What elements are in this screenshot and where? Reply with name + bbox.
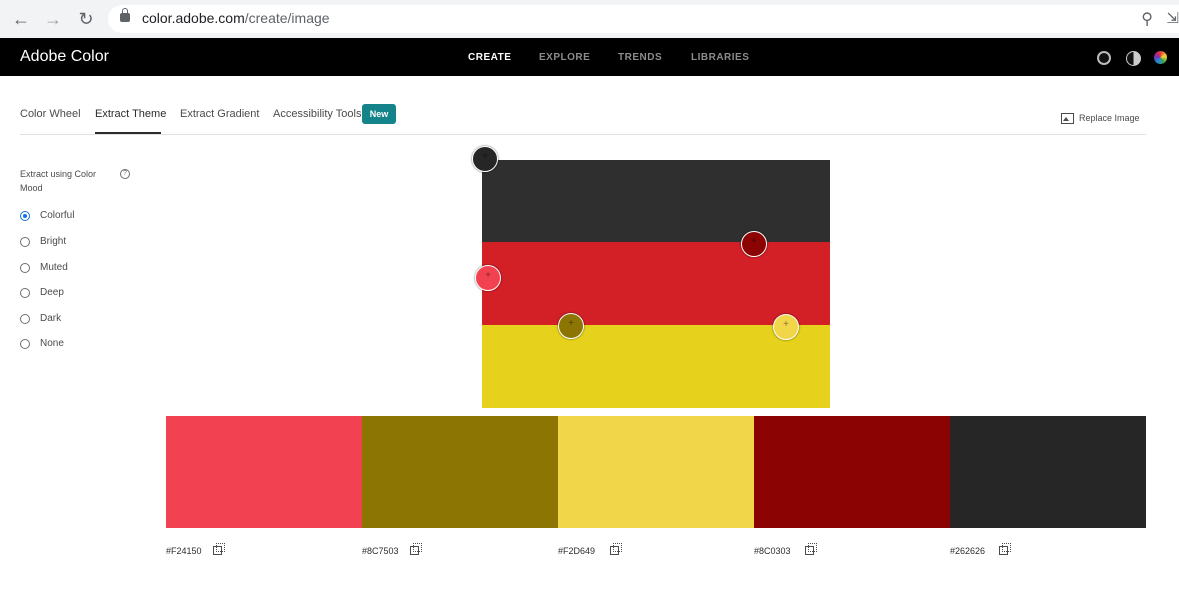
color-swatch[interactable] xyxy=(362,416,558,528)
browser-toolbar: ← → ↻ color.adobe.com/create/image ⚲ ⇲ xyxy=(0,0,1179,39)
lock-icon xyxy=(120,8,130,22)
forward-icon[interactable]: → xyxy=(42,8,64,30)
hex-value[interactable]: #262626 xyxy=(950,546,985,556)
copy-icon[interactable] xyxy=(610,543,622,555)
radio-none[interactable] xyxy=(20,339,30,349)
copy-icon[interactable] xyxy=(410,543,422,555)
replace-image-button[interactable]: Replace Image xyxy=(1079,113,1140,123)
color-swatch[interactable] xyxy=(950,416,1146,528)
nav-create[interactable]: CREATE xyxy=(468,52,511,63)
radio-deep[interactable] xyxy=(20,288,30,298)
zoom-icon[interactable]: ⚲ xyxy=(1141,9,1153,29)
color-swatch[interactable] xyxy=(166,416,362,528)
color-picker-handle[interactable] xyxy=(558,313,584,339)
radio-colorful[interactable] xyxy=(20,211,30,221)
tab-extract-theme[interactable]: Extract Theme xyxy=(95,108,166,120)
reload-icon[interactable]: ↻ xyxy=(75,8,97,30)
radio-label-muted[interactable]: Muted xyxy=(40,262,68,273)
color-swatch[interactable] xyxy=(558,416,754,528)
new-badge: New xyxy=(362,104,396,124)
url-text[interactable]: color.adobe.com/create/image xyxy=(142,10,330,26)
tab-accessibility-tools[interactable]: Accessibility Tools xyxy=(273,108,361,120)
radio-label-none[interactable]: None xyxy=(40,338,64,349)
favorites-icon[interactable] xyxy=(1097,51,1111,65)
radio-bright[interactable] xyxy=(20,237,30,247)
copy-icon[interactable] xyxy=(213,543,225,555)
image-icon[interactable] xyxy=(1061,113,1074,124)
app-brand[interactable]: Adobe Color xyxy=(20,48,109,66)
extension-icon[interactable]: ⇲ xyxy=(1166,9,1179,27)
theme-toggle-icon[interactable] xyxy=(1126,51,1141,66)
radio-label-deep[interactable]: Deep xyxy=(40,287,64,298)
nav-libraries[interactable]: LIBRARIES xyxy=(691,52,749,63)
image-stripe-black xyxy=(482,160,830,242)
back-icon[interactable]: ← xyxy=(10,8,32,30)
color-picker-handle[interactable] xyxy=(475,265,501,291)
color-swatch[interactable] xyxy=(754,416,950,528)
radio-dark[interactable] xyxy=(20,314,30,324)
hex-value[interactable]: #F2D649 xyxy=(558,546,595,556)
radio-muted[interactable] xyxy=(20,263,30,273)
tab-color-wheel[interactable]: Color Wheel xyxy=(20,108,81,120)
color-picker-handle[interactable] xyxy=(741,231,767,257)
help-icon[interactable]: ? xyxy=(120,169,130,179)
hex-value[interactable]: #8C0303 xyxy=(754,546,791,556)
color-wheel-icon[interactable] xyxy=(1154,51,1167,64)
color-picker-handle[interactable] xyxy=(472,146,498,172)
nav-trends[interactable]: TRENDS xyxy=(618,52,662,63)
radio-label-colorful[interactable]: Colorful xyxy=(40,210,74,221)
hex-value[interactable]: #8C7503 xyxy=(362,546,399,556)
nav-explore[interactable]: EXPLORE xyxy=(539,52,590,63)
app-header: Adobe Color CREATE EXPLORE TRENDS LIBRAR… xyxy=(0,38,1179,76)
source-image xyxy=(482,160,830,408)
radio-label-bright[interactable]: Bright xyxy=(40,236,66,247)
mood-label: Extract using Color Mood xyxy=(20,169,97,193)
address-bar[interactable]: color.adobe.com/create/image ⚲ ⇲ xyxy=(108,5,1179,33)
hex-value[interactable]: #F24150 xyxy=(166,546,202,556)
tab-extract-gradient[interactable]: Extract Gradient xyxy=(180,108,259,120)
color-picker-handle[interactable] xyxy=(773,314,799,340)
tabs-divider xyxy=(20,134,1146,135)
copy-icon[interactable] xyxy=(805,543,817,555)
copy-icon[interactable] xyxy=(999,543,1011,555)
radio-label-dark[interactable]: Dark xyxy=(40,313,61,324)
image-stripe-red xyxy=(482,242,830,325)
